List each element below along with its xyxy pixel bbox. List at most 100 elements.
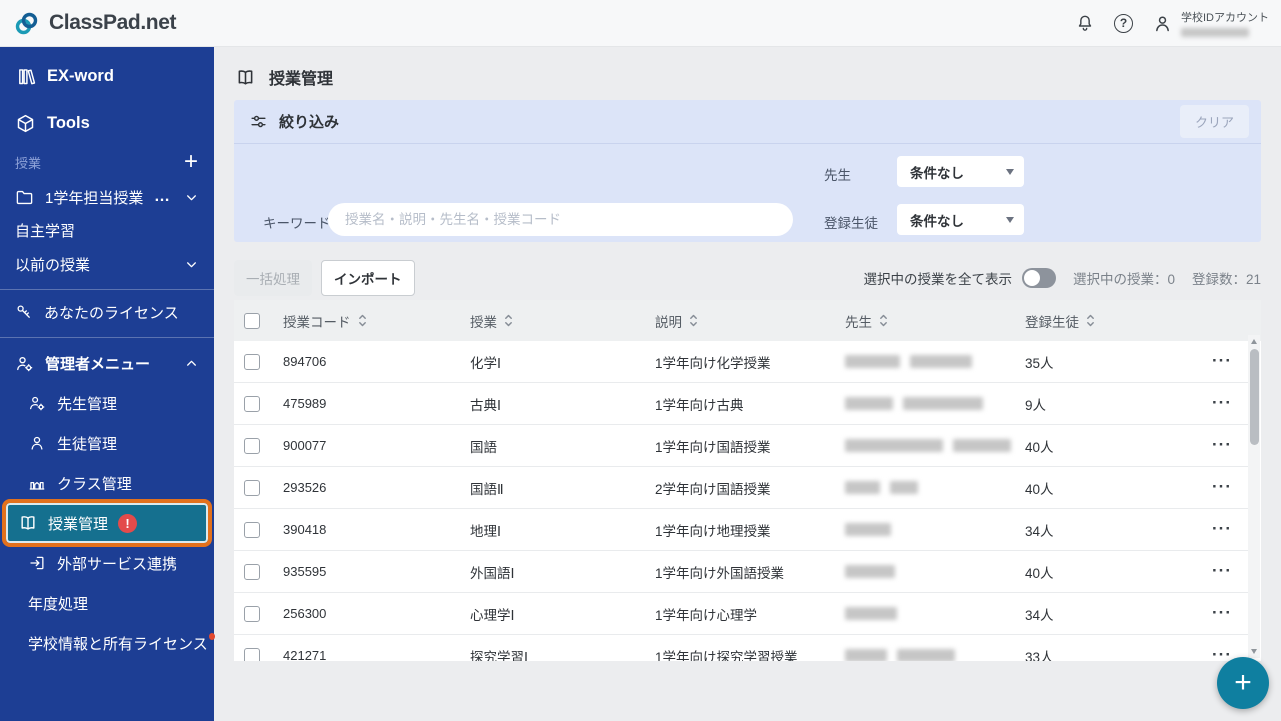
clear-filter-button[interactable]: クリア bbox=[1179, 105, 1249, 138]
keyword-search-input[interactable] bbox=[328, 203, 793, 236]
sidebar-item-class-folder[interactable]: 1学年担当授業 … bbox=[0, 182, 214, 212]
sidebar-item-label: クラス管理 bbox=[57, 475, 132, 493]
cube-icon bbox=[15, 113, 36, 134]
cell-students: 40人 bbox=[1025, 481, 1054, 497]
row-menu-icon[interactable]: ··· bbox=[1212, 395, 1248, 411]
scroll-up-icon[interactable] bbox=[1250, 339, 1257, 344]
column-header-class[interactable]: 授業 bbox=[461, 311, 646, 331]
student-user-icon bbox=[28, 434, 46, 452]
folder-icon bbox=[15, 188, 34, 207]
cell-code: 475989 bbox=[283, 396, 327, 411]
sidebar-item-your-license[interactable]: あなたのライセンス bbox=[0, 298, 214, 326]
sidebar-item-student-mgmt[interactable]: 生徒管理 bbox=[0, 429, 214, 457]
sort-icon bbox=[358, 313, 367, 328]
row-menu-icon[interactable]: ··· bbox=[1212, 563, 1248, 579]
row-checkbox[interactable] bbox=[244, 563, 260, 580]
column-header-code[interactable]: 授業コード bbox=[274, 311, 461, 331]
row-menu-icon[interactable]: ··· bbox=[1212, 437, 1248, 453]
sidebar-item-year-processing[interactable]: 年度処理 bbox=[0, 589, 214, 617]
filter-panel: 絞り込み クリア 先生 条件なし キーワード 登録生徒 条件なし bbox=[234, 100, 1261, 242]
sidebar-item-previous-classes[interactable]: 以前の授業 bbox=[0, 250, 214, 278]
sidebar-item-tools[interactable]: Tools bbox=[0, 105, 214, 141]
bulk-action-button[interactable]: 一括処理 bbox=[234, 260, 312, 296]
account-menu[interactable]: 学校IDアカウント bbox=[1152, 9, 1269, 37]
row-checkbox[interactable] bbox=[244, 437, 260, 454]
column-header-description[interactable]: 説明 bbox=[646, 311, 836, 331]
chevron-down-icon[interactable] bbox=[185, 258, 198, 271]
teacher-filter-dropdown[interactable]: 条件なし bbox=[897, 156, 1024, 187]
open-book-icon bbox=[235, 67, 256, 88]
cell-students: 40人 bbox=[1025, 439, 1054, 455]
import-button[interactable]: インポート bbox=[321, 260, 415, 296]
row-checkbox[interactable] bbox=[244, 521, 260, 538]
account-type-label: 学校IDアカウント bbox=[1181, 12, 1269, 24]
filter-sliders-icon bbox=[249, 112, 268, 131]
add-class-button[interactable]: + bbox=[184, 150, 198, 174]
column-header-teacher[interactable]: 先生 bbox=[836, 311, 1016, 331]
row-menu-icon[interactable]: ··· bbox=[1212, 521, 1248, 537]
cell-class: 外国語Ⅰ bbox=[470, 565, 515, 581]
chevron-up-icon[interactable] bbox=[185, 357, 198, 370]
cell-teacher-redacted bbox=[836, 649, 1016, 661]
sidebar-item-exword[interactable]: EX-word bbox=[0, 58, 214, 94]
sidebar-item-label: 1学年担当授業 bbox=[45, 189, 144, 207]
cell-teacher-redacted bbox=[836, 607, 1016, 620]
cell-description: 1学年向け心理学 bbox=[655, 607, 758, 623]
keyword-label: キーワード bbox=[263, 216, 331, 231]
sidebar-item-teacher-mgmt[interactable]: 先生管理 bbox=[0, 389, 214, 417]
sidebar-item-label: 先生管理 bbox=[57, 395, 118, 413]
main-content: 授業管理 絞り込み クリア 先生 条件なし キーワード 登録生徒 条件なし bbox=[214, 47, 1281, 721]
chevron-down-icon[interactable] bbox=[185, 191, 198, 204]
row-menu-icon[interactable]: ··· bbox=[1212, 605, 1248, 621]
scroll-down-icon[interactable] bbox=[1250, 649, 1257, 654]
brand-name: ClassPad.net bbox=[49, 11, 177, 34]
table-row: 475989 古典Ⅰ 1学年向け古典 9人 ··· bbox=[234, 383, 1248, 425]
scrollbar-thumb[interactable] bbox=[1249, 349, 1259, 445]
sidebar-divider bbox=[0, 289, 214, 290]
cell-code: 421271 bbox=[283, 648, 327, 661]
column-header-students[interactable]: 登録生徒 bbox=[1016, 311, 1176, 331]
cell-class: 化学Ⅰ bbox=[470, 355, 501, 371]
sidebar-item-external-services[interactable]: 外部サービス連携 bbox=[0, 549, 214, 577]
row-checkbox[interactable] bbox=[244, 479, 260, 496]
classpad-logo-icon bbox=[13, 10, 40, 37]
select-all-checkbox[interactable] bbox=[244, 312, 260, 329]
students-filter-label: 登録生徒 bbox=[824, 216, 878, 231]
open-book-icon bbox=[18, 513, 38, 533]
sidebar-item-self-study[interactable]: 自主学習 bbox=[0, 216, 214, 244]
row-checkbox[interactable] bbox=[244, 353, 260, 370]
row-menu-icon[interactable]: ··· bbox=[1212, 353, 1248, 369]
table-scrollbar[interactable] bbox=[1248, 335, 1260, 658]
sort-icon bbox=[1086, 313, 1095, 328]
cell-class: 探究学習Ⅰ bbox=[470, 649, 528, 662]
row-menu-icon[interactable]: ··· bbox=[1212, 479, 1248, 495]
notification-bell-icon[interactable] bbox=[1075, 13, 1095, 33]
cell-students: 33人 bbox=[1025, 649, 1054, 662]
sidebar-item-label: 外部サービス連携 bbox=[57, 555, 178, 573]
table-toolbar: 一括処理 インポート 選択中の授業を全て表示 選択中の授業：0 登録数：21 bbox=[234, 258, 1261, 298]
show-selected-toggle[interactable] bbox=[1021, 268, 1056, 288]
sidebar-item-admin-menu[interactable]: 管理者メニュー bbox=[0, 349, 214, 377]
sidebar-item-class-mgmt[interactable]: クラス管理 bbox=[0, 469, 214, 497]
students-filter-dropdown[interactable]: 条件なし bbox=[897, 204, 1024, 235]
cell-students: 35人 bbox=[1025, 355, 1054, 371]
cell-teacher-redacted bbox=[836, 439, 1016, 452]
help-icon[interactable]: ? bbox=[1114, 13, 1133, 33]
folder-options-icon[interactable]: … bbox=[154, 189, 171, 205]
page-title-text: 授業管理 bbox=[269, 71, 334, 88]
cell-code: 900077 bbox=[283, 438, 327, 453]
table-row: 256300 心理学Ⅰ 1学年向け心理学 34人 ··· bbox=[234, 593, 1248, 635]
section-label: 授業 bbox=[15, 155, 42, 171]
filter-title: 絞り込み bbox=[279, 114, 340, 131]
brand-logo[interactable]: ClassPad.net bbox=[0, 10, 176, 37]
sort-icon bbox=[689, 313, 698, 328]
admin-user-gear-icon bbox=[15, 354, 34, 373]
show-selected-label: 選択中の授業を全て表示 bbox=[863, 272, 1012, 287]
sidebar-item-school-info[interactable]: 学校情報と所有ライセンス bbox=[0, 629, 215, 657]
cell-teacher-redacted bbox=[836, 397, 1016, 410]
row-checkbox[interactable] bbox=[244, 605, 260, 622]
row-checkbox[interactable] bbox=[244, 395, 260, 412]
add-class-fab[interactable]: + bbox=[1217, 657, 1269, 709]
sidebar-item-lesson-mgmt-active[interactable]: 授業管理 ! bbox=[2, 499, 212, 547]
row-checkbox[interactable] bbox=[244, 647, 260, 661]
